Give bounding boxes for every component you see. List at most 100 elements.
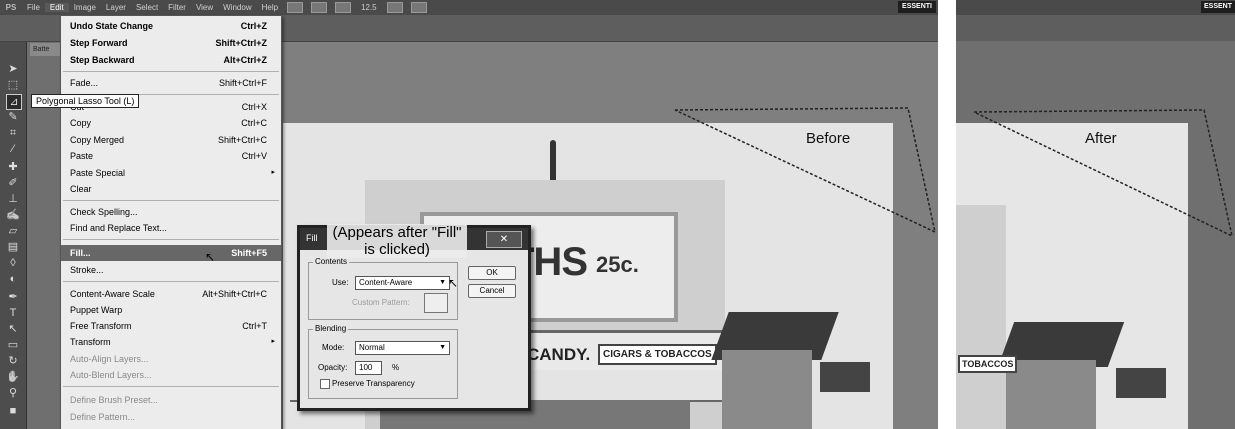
menu-item-content-aware-scale[interactable]: Content-Aware Scale Alt+Shift+Ctrl+C <box>61 286 281 302</box>
selection-marquee <box>973 109 1234 238</box>
menu-item-label: Paste <box>70 151 94 161</box>
history-brush-tool-icon[interactable]: ✍ <box>6 208 20 222</box>
use-select[interactable]: Content-Aware ▼ <box>355 276 450 290</box>
menu-item-shortcut: Ctrl+C <box>241 118 267 128</box>
opacity-unit: % <box>392 363 400 372</box>
menu-item-shortcut: Alt+Shift+Ctrl+C <box>202 289 267 299</box>
gradient-tool-icon[interactable]: ▤ <box>6 240 20 254</box>
color-swatches-icon[interactable]: ■ <box>6 404 20 418</box>
menu-item-label: Undo State Change <box>70 21 154 31</box>
blending-group-title: Blending <box>313 324 349 333</box>
eyedropper-tool-icon[interactable]: ⁄ <box>6 142 20 156</box>
menu-item-define-brush-preset[interactable]: Define Brush Preset... <box>61 392 281 408</box>
polygonal-lasso-tool-icon[interactable]: ⊿ <box>6 94 22 110</box>
eraser-tool-icon[interactable]: ▱ <box>6 224 20 238</box>
menu-separator <box>63 281 279 282</box>
dialog-title: Fill <box>306 233 318 243</box>
mouse-cursor-icon: ↖ <box>205 250 216 264</box>
menu-item-stroke[interactable]: Stroke... <box>61 262 281 278</box>
cancel-button[interactable]: Cancel <box>468 284 516 298</box>
menu-separator <box>63 71 279 72</box>
marquee-tool-icon[interactable]: ⬚ <box>6 78 20 92</box>
preserve-transparency-label: Preserve Transparency <box>332 379 415 388</box>
menu-item-puppet-warp[interactable]: Puppet Warp <box>61 302 281 318</box>
menu-item-label: Step Forward <box>70 38 128 48</box>
menu-item-auto-blend-layers[interactable]: Auto-Blend Layers... <box>61 367 281 383</box>
menu-item-label: Check Spelling... <box>70 207 138 217</box>
after-screenshot: ESSENT TOBACCOS After <box>956 0 1235 429</box>
menu-item-shortcut: Ctrl+X <box>241 102 267 112</box>
menu-item-shortcut: Shift+Ctrl+F <box>218 78 267 88</box>
menu-item-shortcut: Alt+Ctrl+Z <box>223 55 267 65</box>
menu-item-label: Auto-Align Layers... <box>70 354 149 364</box>
menu-item-shortcut: Ctrl+T <box>242 321 267 331</box>
shape-tool-icon[interactable]: ▭ <box>6 338 20 352</box>
submenu-arrow-icon: ▸ <box>271 338 275 345</box>
menu-item-label: Fade... <box>70 78 99 88</box>
menu-item-define-pattern[interactable]: Define Pattern... <box>61 409 281 425</box>
tools-panel: ➤ ⬚ ⊿ ✎ ⌗ ⁄ ✚ ✐ ⊥ ✍ ▱ ▤ ◊ ◐ ✒ T ↖ ▭ ↻ ✋ … <box>0 42 27 429</box>
clone-stamp-tool-icon[interactable]: ⊥ <box>6 192 20 206</box>
mode-select[interactable]: Normal ▼ <box>355 341 450 355</box>
hand-tool-icon[interactable]: ✋ <box>6 370 20 384</box>
menu-item-shortcut: Shift+Ctrl+C <box>217 135 267 145</box>
menu-item-find-replace[interactable]: Find and Replace Text... <box>61 220 281 236</box>
menu-separator <box>63 200 279 201</box>
menu-item-label: Transform <box>70 337 111 347</box>
menu-item-check-spelling[interactable]: Check Spelling... <box>61 204 281 220</box>
menu-item-fill[interactable]: Fill... Shift+F5 <box>61 245 281 261</box>
menu-item-auto-align-layers[interactable]: Auto-Align Layers... <box>61 351 281 367</box>
menu-item-free-transform[interactable]: Free Transform Ctrl+T <box>61 318 281 334</box>
pen-tool-icon[interactable]: ✒ <box>6 290 20 304</box>
ok-button[interactable]: OK <box>468 266 516 280</box>
menu-item-label: Paste Special <box>70 168 126 178</box>
path-selection-tool-icon[interactable]: ↖ <box>6 322 20 336</box>
menu-item-copy[interactable]: Copy Ctrl+C <box>61 115 281 131</box>
menu-item-step-forward[interactable]: Step Forward Shift+Ctrl+Z <box>61 35 281 51</box>
zoom-tool-icon[interactable]: ⚲ <box>6 386 20 400</box>
menu-item-label: Find and Replace Text... <box>70 223 167 233</box>
menu-item-label: Clear <box>70 184 92 194</box>
menu-item-label: Define Brush Preset... <box>70 395 159 405</box>
menu-item-undo[interactable]: Undo State Change Ctrl+Z <box>61 18 281 34</box>
custom-pattern-picker[interactable] <box>424 293 448 313</box>
menu-item-label: Copy <box>70 118 92 128</box>
menu-item-shortcut: Shift+F5 <box>231 248 267 258</box>
menu-separator <box>63 239 279 240</box>
mode-select-value: Normal <box>359 343 385 352</box>
dodge-tool-icon[interactable]: ◐ <box>6 272 20 286</box>
type-tool-icon[interactable]: T <box>6 306 20 320</box>
opacity-label: Opacity: <box>318 363 348 372</box>
menu-item-shortcut: Ctrl+V <box>241 151 267 161</box>
menu-item-fade[interactable]: Fade... Shift+Ctrl+F <box>61 75 281 91</box>
healing-brush-tool-icon[interactable]: ✚ <box>6 160 20 174</box>
custom-pattern-label: Custom Pattern: <box>352 298 410 307</box>
brush-tool-icon[interactable]: ✐ <box>6 176 20 190</box>
menu-item-paste-special[interactable]: Paste Special ▸ <box>61 165 281 181</box>
preserve-transparency-checkbox[interactable] <box>320 379 330 389</box>
use-select-value: Content-Aware <box>359 278 413 287</box>
submenu-arrow-icon: ▸ <box>271 169 275 176</box>
menu-item-label: Auto-Blend Layers... <box>70 370 152 380</box>
quick-selection-tool-icon[interactable]: ✎ <box>6 110 20 124</box>
before-screenshot: PS File Edit Image Layer Select Filter V… <box>0 0 938 429</box>
dropdown-arrow-icon: ▼ <box>439 279 446 286</box>
contents-group-title: Contents <box>313 257 350 266</box>
close-button[interactable]: ✕ <box>486 231 522 248</box>
3d-rotate-tool-icon[interactable]: ↻ <box>6 354 20 368</box>
crop-tool-icon[interactable]: ⌗ <box>6 126 20 140</box>
before-label: Before <box>806 130 851 147</box>
menu-item-clear[interactable]: Clear <box>61 181 281 197</box>
tool-tooltip: Polygonal Lasso Tool (L) <box>31 94 140 108</box>
menu-item-label: Free Transform <box>70 321 132 331</box>
menu-item-paste[interactable]: Paste Ctrl+V <box>61 148 281 164</box>
blur-tool-icon[interactable]: ◊ <box>6 256 20 270</box>
opacity-input[interactable]: 100 <box>355 361 382 375</box>
selection-marquee <box>674 107 937 234</box>
menu-item-label: Content-Aware Scale <box>70 289 155 299</box>
menu-item-copy-merged[interactable]: Copy Merged Shift+Ctrl+C <box>61 132 281 148</box>
menu-item-transform[interactable]: Transform ▸ <box>61 334 281 350</box>
move-tool-icon[interactable]: ➤ <box>6 62 20 76</box>
menu-item-label: Stroke... <box>70 265 104 275</box>
menu-item-step-backward[interactable]: Step Backward Alt+Ctrl+Z <box>61 52 281 68</box>
